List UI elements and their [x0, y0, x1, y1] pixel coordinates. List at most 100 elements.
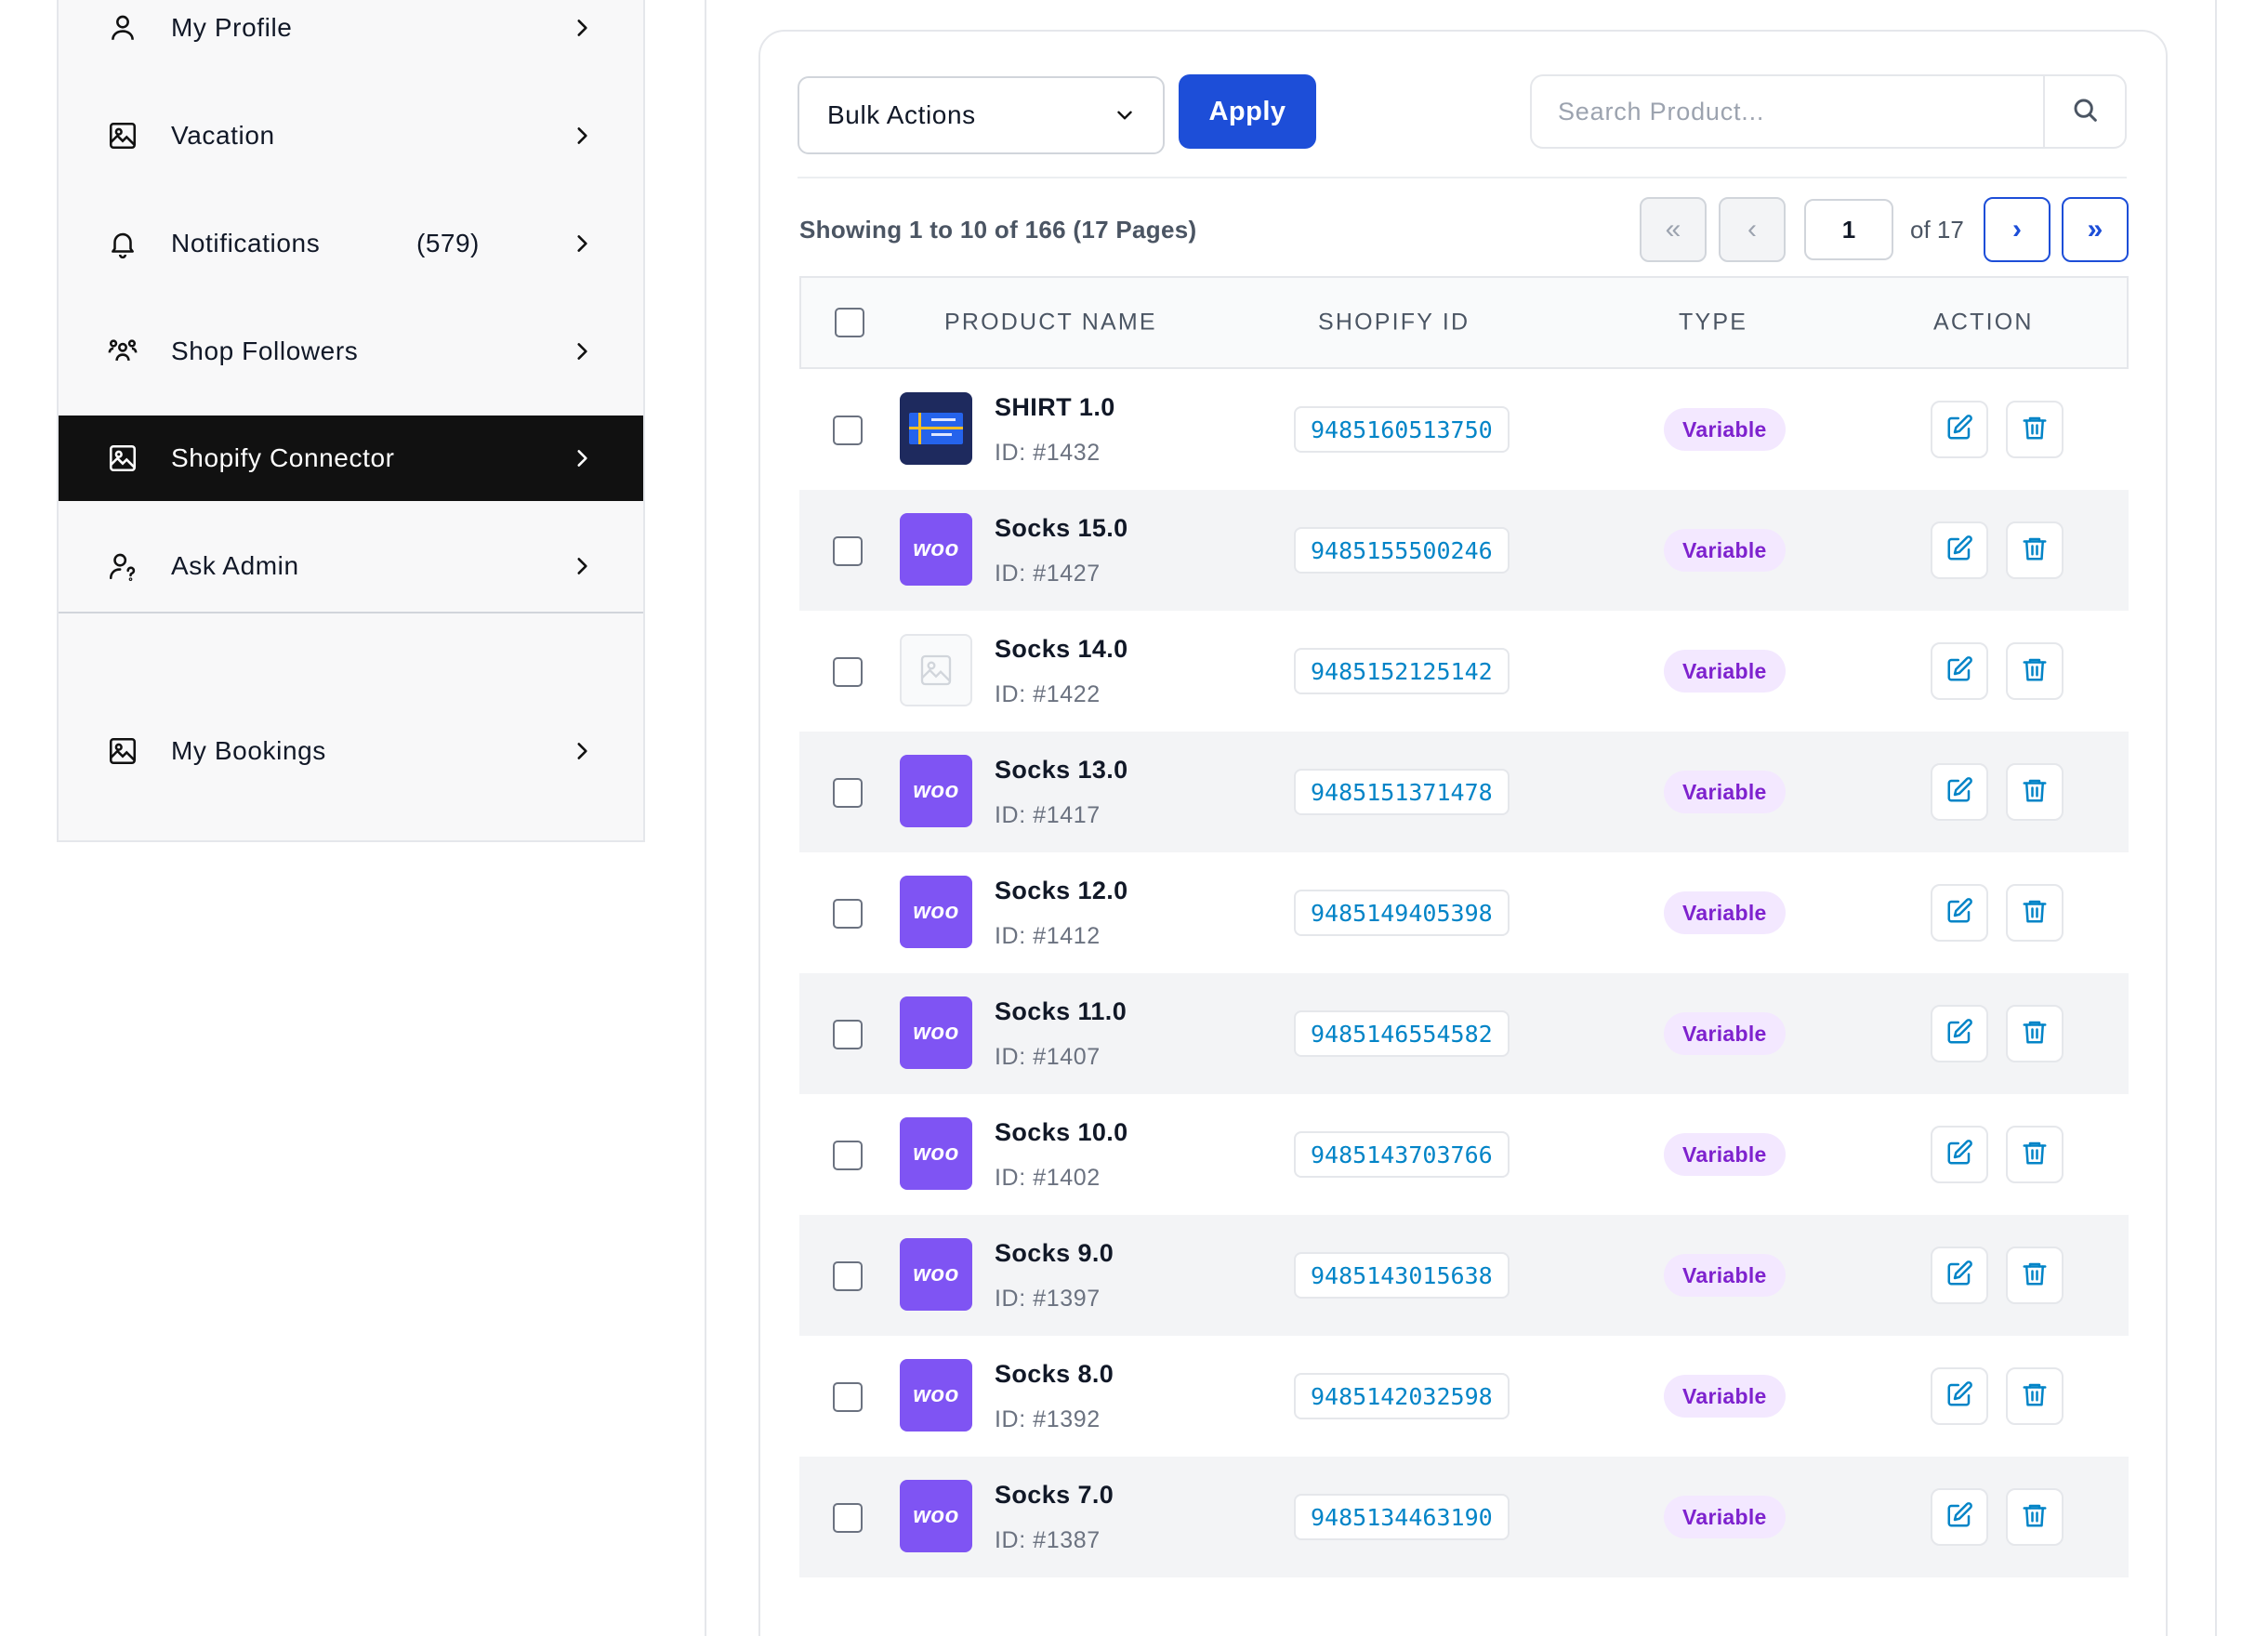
- type-badge: Variable: [1664, 771, 1786, 813]
- main-border-left: [705, 0, 706, 1636]
- chevron-right-icon: [569, 15, 595, 41]
- trash-icon: [2021, 655, 2049, 688]
- edit-icon: [1945, 1380, 1973, 1413]
- row-checkbox[interactable]: [833, 778, 863, 808]
- table-row: woo Socks 11.0 ID: #1407 9485146554582 V…: [799, 973, 2129, 1094]
- page-number-input[interactable]: [1804, 199, 1893, 260]
- product-id: ID: #1432: [995, 440, 1101, 466]
- apply-button[interactable]: Apply: [1179, 74, 1316, 149]
- delete-button[interactable]: [2006, 1126, 2064, 1183]
- edit-button[interactable]: [1931, 884, 1988, 942]
- chevron-right-icon: [569, 553, 595, 579]
- delete-button[interactable]: [2006, 1247, 2064, 1304]
- row-checkbox[interactable]: [833, 657, 863, 687]
- product-id: ID: #1417: [995, 802, 1101, 828]
- column-header-product-name: PRODUCT NAME: [944, 309, 1157, 336]
- sidebar-item-notifications[interactable]: Notifications (579): [59, 201, 643, 286]
- edit-button[interactable]: [1931, 1247, 1988, 1304]
- type-badge: Variable: [1664, 1254, 1786, 1297]
- woo-logo: woo: [900, 1480, 972, 1552]
- table-row: Socks 14.0 ID: #1422 9485152125142 Varia…: [799, 611, 2129, 732]
- shopify-id-link[interactable]: 9485149405398: [1294, 890, 1510, 936]
- column-header-action: ACTION: [1933, 309, 2034, 336]
- shopify-id-link[interactable]: 9485160513750: [1294, 406, 1510, 453]
- chevron-right-icon: [569, 123, 595, 149]
- sidebar-item-label: Shop Followers: [171, 336, 359, 365]
- sidebar-item-my-bookings[interactable]: My Bookings: [59, 708, 643, 794]
- shopify-id-link[interactable]: 9485151371478: [1294, 769, 1510, 815]
- delete-button[interactable]: [2006, 1488, 2064, 1546]
- shopify-id-link[interactable]: 9485142032598: [1294, 1373, 1510, 1419]
- trash-icon: [2021, 1139, 2049, 1171]
- delete-button[interactable]: [2006, 401, 2064, 458]
- image-icon: [105, 733, 140, 769]
- delete-button[interactable]: [2006, 1367, 2064, 1425]
- edit-button[interactable]: [1931, 401, 1988, 458]
- product-id: ID: #1387: [995, 1527, 1101, 1553]
- search-input[interactable]: [1532, 76, 2043, 147]
- last-page-button[interactable]: »: [2062, 197, 2129, 262]
- table-header: PRODUCT NAME SHOPIFY ID TYPE ACTION: [799, 276, 2129, 369]
- column-header-shopify-id: SHOPIFY ID: [1318, 309, 1470, 336]
- product-name: Socks 15.0: [995, 514, 1128, 542]
- delete-button[interactable]: [2006, 1005, 2064, 1062]
- row-checkbox[interactable]: [833, 1503, 863, 1533]
- edit-button[interactable]: [1931, 763, 1988, 821]
- delete-button[interactable]: [2006, 521, 2064, 579]
- sidebar-item-vacation[interactable]: Vacation: [59, 93, 643, 178]
- shopify-id-link[interactable]: 9485134463190: [1294, 1494, 1510, 1540]
- trash-icon: [2021, 1018, 2049, 1050]
- type-badge: Variable: [1664, 1375, 1786, 1418]
- product-id: ID: #1392: [995, 1406, 1101, 1432]
- results-summary: Showing 1 to 10 of 166 (17 Pages): [799, 216, 1197, 244]
- prev-page-button[interactable]: ‹: [1719, 197, 1786, 262]
- chevron-down-icon: [1113, 103, 1137, 127]
- first-page-button[interactable]: «: [1640, 197, 1707, 262]
- shopify-id-link[interactable]: 9485143015638: [1294, 1252, 1510, 1299]
- chevron-right-icon: [569, 738, 595, 764]
- delete-button[interactable]: [2006, 884, 2064, 942]
- row-checkbox[interactable]: [833, 899, 863, 929]
- row-checkbox[interactable]: [833, 416, 863, 445]
- sidebar-item-shopify-connector[interactable]: Shopify Connector: [59, 416, 643, 501]
- product-name: Socks 10.0: [995, 1118, 1128, 1146]
- search-button[interactable]: [2043, 76, 2125, 147]
- next-page-button[interactable]: ›: [1984, 197, 2050, 262]
- image-icon: [105, 441, 140, 476]
- row-checkbox[interactable]: [833, 1020, 863, 1049]
- shopify-id-link[interactable]: 9485152125142: [1294, 648, 1510, 694]
- trash-icon: [2021, 1260, 2049, 1292]
- product-name: Socks 7.0: [995, 1481, 1114, 1509]
- table-row: woo Socks 9.0 ID: #1397 9485143015638 Va…: [799, 1215, 2129, 1336]
- select-all-checkbox[interactable]: [835, 308, 864, 337]
- shopify-id-link[interactable]: 9485155500246: [1294, 527, 1510, 574]
- bulk-actions-label: Bulk Actions: [827, 100, 976, 129]
- product-id: ID: #1427: [995, 561, 1101, 587]
- edit-button[interactable]: [1931, 1488, 1988, 1546]
- edit-button[interactable]: [1931, 1367, 1988, 1425]
- page-total: of 17: [1910, 216, 1964, 244]
- product-id: ID: #1397: [995, 1286, 1101, 1312]
- type-badge: Variable: [1664, 650, 1786, 693]
- sidebar-item-ask-admin[interactable]: Ask Admin: [59, 523, 643, 609]
- edit-button[interactable]: [1931, 1126, 1988, 1183]
- trash-icon: [2021, 776, 2049, 809]
- edit-icon: [1945, 1501, 1973, 1534]
- sidebar-item-my-profile[interactable]: My Profile: [59, 0, 643, 71]
- row-checkbox[interactable]: [833, 536, 863, 566]
- delete-button[interactable]: [2006, 763, 2064, 821]
- sidebar-item-shop-followers[interactable]: Shop Followers: [59, 309, 643, 394]
- edit-button[interactable]: [1931, 642, 1988, 700]
- product-id: ID: #1412: [995, 923, 1101, 949]
- delete-button[interactable]: [2006, 642, 2064, 700]
- search-box: [1530, 74, 2127, 149]
- row-checkbox[interactable]: [833, 1382, 863, 1412]
- shopify-id-link[interactable]: 9485146554582: [1294, 1010, 1510, 1057]
- edit-button[interactable]: [1931, 521, 1988, 579]
- row-checkbox[interactable]: [833, 1261, 863, 1291]
- edit-button[interactable]: [1931, 1005, 1988, 1062]
- woo-logo: woo: [900, 513, 972, 586]
- row-checkbox[interactable]: [833, 1141, 863, 1170]
- bulk-actions-select[interactable]: Bulk Actions: [798, 76, 1165, 154]
- shopify-id-link[interactable]: 9485143703766: [1294, 1131, 1510, 1178]
